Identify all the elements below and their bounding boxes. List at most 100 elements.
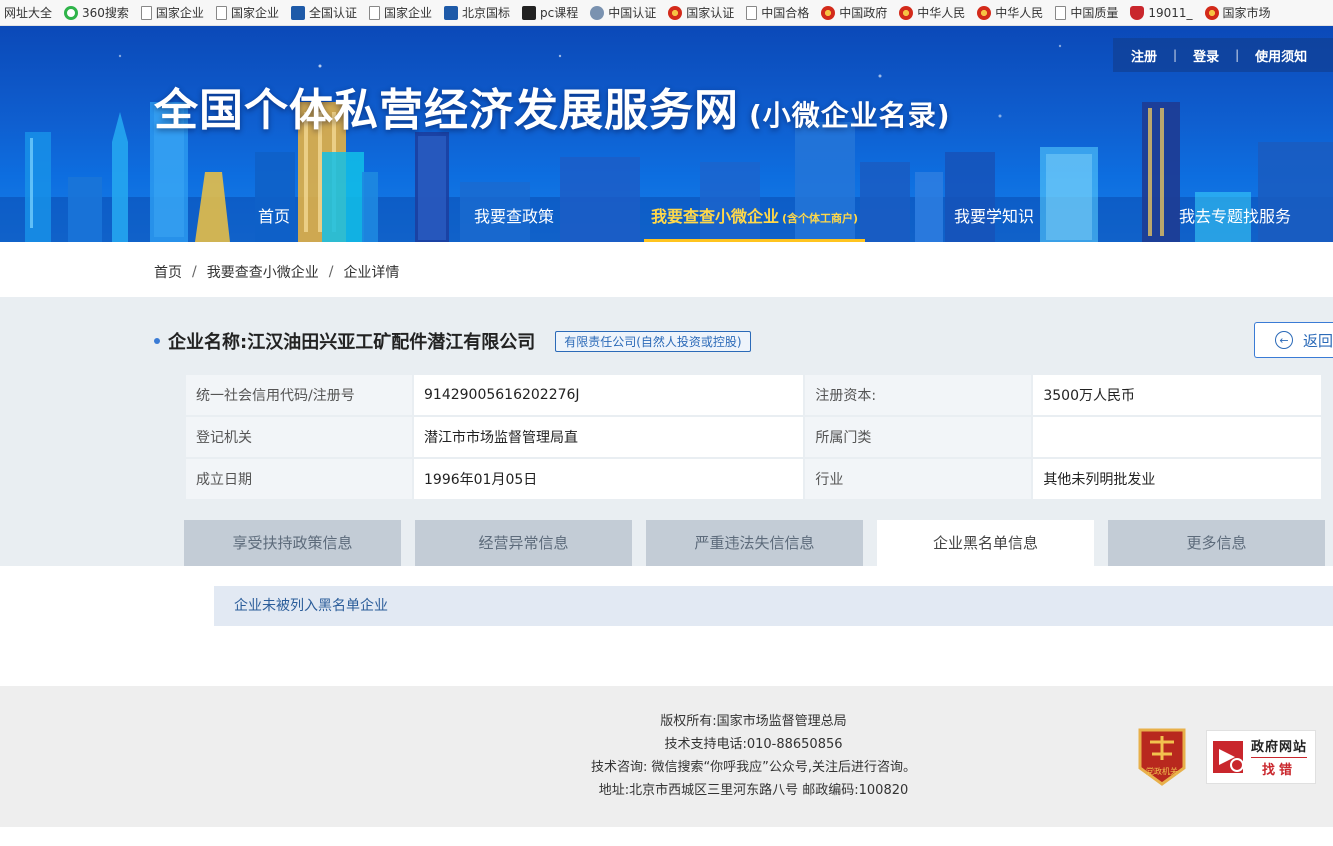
bookmark-item[interactable]: 国家企业 xyxy=(368,4,432,21)
seal-icon xyxy=(590,5,605,20)
tab-3[interactable]: 严重违法失信信息 xyxy=(646,520,863,566)
field-label: 登记机关 xyxy=(184,415,414,459)
back-button-label: 返回 xyxy=(1303,331,1333,350)
bookmark-label: 中华人民 xyxy=(995,6,1044,20)
footer-text: 版权所有:国家市场监督管理总局 技术支持电话:010-88650856 技术咨询… xyxy=(0,710,1333,802)
blacklist-notice: 企业未被列入黑名单企业 xyxy=(214,586,1333,626)
site-title: 全国个体私营经济发展服务网 (小微企业名录) xyxy=(154,74,951,138)
nav-item-learn[interactable]: 我要学知识 xyxy=(950,194,1038,242)
site-title-main: 全国个体私营经济发展服务网 xyxy=(154,85,739,136)
separator: | xyxy=(1235,48,1240,62)
bookmark-label: 中国政府 xyxy=(839,6,888,20)
bullet-dot-icon xyxy=(154,338,160,344)
emblem-icon xyxy=(668,5,683,20)
party-badge-text: 党政机关 xyxy=(1146,766,1178,776)
bookmark-item[interactable]: 中华人民 xyxy=(899,4,965,21)
field-label: 统一社会信用代码/注册号 xyxy=(184,373,414,417)
bookmarks-bar: 网址大全 360搜索 国家企业 国家企业 全国认证 国家企业 北京国标 pc课程 中国认证 国家认… xyxy=(0,0,1333,26)
bookmark-item[interactable]: 中国认证 xyxy=(590,4,656,21)
table-row: 成立日期 1996年01月05日 行业 其他未列明批发业 xyxy=(184,457,1323,501)
bookmark-item[interactable]: 网址大全 xyxy=(4,4,52,21)
footer: 版权所有:国家市场监督管理总局 技术支持电话:010-88650856 技术咨询… xyxy=(0,686,1333,827)
emblem-icon xyxy=(977,5,992,20)
gov-badge-line2: 找错 xyxy=(1251,757,1308,778)
site-header-banner: 注册 | 登录 | 使用须知 全国个体私营经济发展服务网 (小微企业名录) 首页 … xyxy=(0,26,1333,242)
bookmark-label: 国家企业 xyxy=(383,6,432,20)
breadcrumb-enterprise[interactable]: 我要查查小微企业 xyxy=(207,262,319,282)
bookmark-label: 360搜索 xyxy=(82,6,129,20)
bookmark-label: 19011_ xyxy=(1148,5,1193,20)
page-icon xyxy=(215,5,227,20)
separator: | xyxy=(1173,48,1178,62)
field-value: 1996年01月05日 xyxy=(411,457,806,501)
bookmark-item[interactable]: 中华人民 xyxy=(977,4,1043,21)
tab-4[interactable]: 企业黑名单信息 xyxy=(877,520,1094,566)
bookmark-item[interactable]: 国家市场 xyxy=(1204,4,1271,21)
tab-1[interactable]: 享受扶持政策信息 xyxy=(184,520,401,566)
breadcrumb-current: 企业详情 xyxy=(343,265,400,281)
login-link[interactable]: 登录 xyxy=(1193,46,1219,65)
bookmark-label: 中国认证 xyxy=(608,6,657,20)
bookmark-label: 中国质量 xyxy=(1070,6,1119,20)
bookmark-item[interactable]: 中国合格 xyxy=(746,4,809,21)
table-row: 统一社会信用代码/注册号 91429005616202276J 注册资本: 3500万… xyxy=(184,373,1323,417)
field-label: 成立日期 xyxy=(184,457,414,501)
tab-2[interactable]: 经营异常信息 xyxy=(415,520,632,566)
bookmark-label: 中国合格 xyxy=(761,6,810,20)
info-tabs: 享受扶持政策信息 经营异常信息 严重违法失信信息 企业黑名单信息 更多信息 xyxy=(184,520,1325,566)
company-heading: 企业名称:江汉油田兴亚工矿配件潜江有限公司 有限责任公司(自然人投资或控股) xyxy=(154,328,751,354)
bookmark-label: 国家企业 xyxy=(230,6,279,20)
field-value: 潜江市市场监督管理局直 xyxy=(411,415,806,459)
page-icon xyxy=(368,5,380,20)
bookmark-item[interactable]: pc课程 xyxy=(522,4,578,21)
nav-item-policy[interactable]: 我要查政策 xyxy=(470,194,558,242)
top-links-bar: 注册 | 登录 | 使用须知 xyxy=(1113,38,1333,72)
circle-360-icon xyxy=(64,5,79,20)
register-link[interactable]: 注册 xyxy=(1131,46,1157,65)
table-row: 登记机关 潜江市市场监督管理局直 所属门类 xyxy=(184,415,1323,459)
bookmark-label: 网址大全 xyxy=(4,6,53,20)
breadcrumb-home[interactable]: 首页 xyxy=(154,262,182,282)
bookmark-label: 中华人民 xyxy=(917,6,966,20)
blue-block-icon xyxy=(290,5,305,20)
bookmark-item[interactable]: 中国政府 xyxy=(821,4,887,21)
bookmark-item[interactable]: 中国质量 xyxy=(1055,4,1118,21)
bookmark-label: pc课程 xyxy=(540,6,579,20)
bookmark-label: 国家市场 xyxy=(1222,6,1271,20)
field-value: 91429005616202276J xyxy=(411,373,806,417)
company-name: 企业名称:江汉油田兴亚工矿配件潜江有限公司 xyxy=(168,332,536,353)
enterprise-info-table: 统一社会信用代码/注册号 91429005616202276J 注册资本: 3500万… xyxy=(184,373,1323,501)
party-government-badge-icon[interactable]: 党政机关 xyxy=(1136,726,1188,788)
bookmark-label: 北京国标 xyxy=(461,6,510,20)
field-value xyxy=(1031,415,1323,459)
company-type-badge: 有限责任公司(自然人投资或控股) xyxy=(555,330,751,352)
gov-site-error-report-badge[interactable]: 政府网站 找错 xyxy=(1206,730,1316,784)
bookmark-item[interactable]: 北京国标 xyxy=(443,4,510,21)
nav-item-sub: (含个体工商户) xyxy=(781,212,859,225)
guide-link[interactable]: 使用须知 xyxy=(1255,46,1307,65)
bookmark-item[interactable]: 全国认证 xyxy=(290,4,357,21)
breadcrumb-separator: / xyxy=(328,264,334,280)
back-arrow-icon: ← xyxy=(1275,331,1293,349)
tab-5[interactable]: 更多信息 xyxy=(1108,520,1325,566)
nav-item-search-enterprise[interactable]: 我要查查小微企业 (含个体工商户) xyxy=(644,194,865,242)
field-label: 所属门类 xyxy=(803,415,1034,459)
bookmark-item[interactable]: 国家企业 xyxy=(140,4,204,21)
emblem-icon xyxy=(821,5,836,20)
site-title-sub: (小微企业名录) xyxy=(749,99,951,132)
breadcrumb: 首页 / 我要查查小微企业 / 企业详情 xyxy=(154,262,399,282)
bookmark-item[interactable]: 360搜索 xyxy=(64,4,129,21)
bookmark-item[interactable]: 19011_ xyxy=(1130,5,1193,20)
nav-item-services[interactable]: 我去专题找服务 xyxy=(1176,194,1294,242)
page-icon xyxy=(140,5,152,20)
back-button[interactable]: ← 返回 xyxy=(1254,322,1333,358)
bookmark-item[interactable]: 国家企业 xyxy=(215,4,279,21)
emblem-icon xyxy=(899,5,914,20)
bookmark-item[interactable]: 国家认证 xyxy=(668,4,734,21)
bookmark-label: 国家企业 xyxy=(155,6,204,20)
page-icon xyxy=(746,5,758,20)
bookmark-label: 全国认证 xyxy=(308,6,357,20)
breadcrumb-separator: / xyxy=(192,264,197,280)
nav-item-home[interactable]: 首页 xyxy=(250,194,298,242)
blue-block-icon xyxy=(443,5,458,20)
